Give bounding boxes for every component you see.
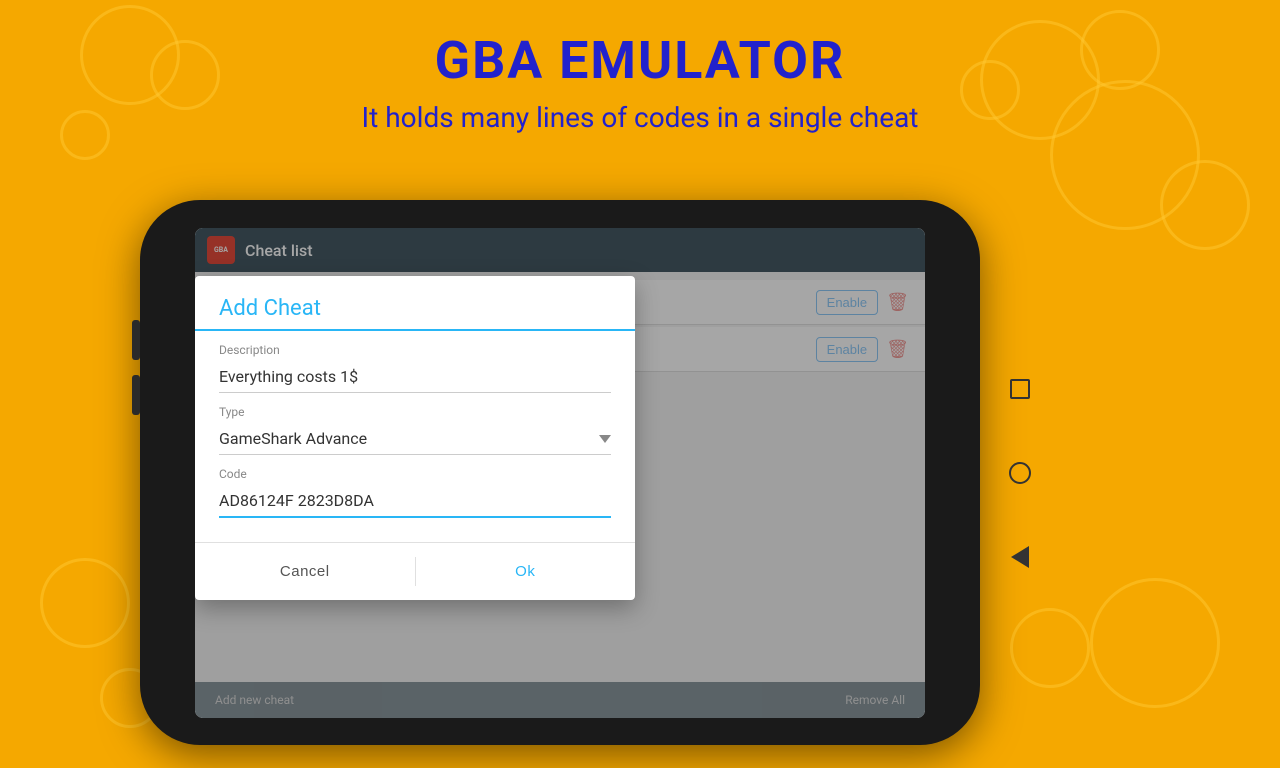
dialog-title: Add Cheat <box>219 296 611 321</box>
nav-back-button[interactable] <box>1002 539 1038 575</box>
dialog-footer: Cancel Ok <box>195 542 635 600</box>
ok-button[interactable]: Ok <box>416 551 636 592</box>
type-select[interactable]: GameShark Advance <box>219 423 611 455</box>
app-screen: GBA Cheat list First you must put 000014… <box>195 228 925 718</box>
dropdown-arrow-icon <box>599 435 611 443</box>
circle-icon <box>1009 462 1031 484</box>
square-icon <box>1010 379 1030 399</box>
type-select-wrapper: GameShark Advance <box>219 423 611 455</box>
volume-down-button <box>132 375 140 415</box>
cancel-button[interactable]: Cancel <box>195 551 415 592</box>
phone-navigation <box>980 200 1060 745</box>
page-title: GBA EMULATOR <box>0 30 1280 91</box>
header: GBA EMULATOR It holds many lines of code… <box>0 0 1280 134</box>
nav-square-button[interactable] <box>1002 371 1038 407</box>
description-label: Description <box>219 343 611 357</box>
phone-body: GBA Cheat list First you must put 000014… <box>140 200 980 745</box>
description-field[interactable]: Everything costs 1$ <box>219 361 611 393</box>
volume-up-button <box>132 320 140 360</box>
type-label: Type <box>219 405 611 419</box>
code-field[interactable]: AD86124F 2823D8DA <box>219 485 611 518</box>
page-subtitle: It holds many lines of codes in a single… <box>0 101 1280 134</box>
dialog-overlay: Add Cheat Description Everything costs 1… <box>195 228 925 718</box>
add-cheat-dialog: Add Cheat Description Everything costs 1… <box>195 276 635 600</box>
type-value: GameShark Advance <box>219 429 367 448</box>
dialog-body: Description Everything costs 1$ Type Gam… <box>195 331 635 542</box>
phone-device: GBA Cheat list First you must put 000014… <box>140 200 980 745</box>
back-arrow-icon <box>1011 546 1029 568</box>
phone-screen: GBA Cheat list First you must put 000014… <box>195 228 925 718</box>
nav-circle-button[interactable] <box>1002 455 1038 491</box>
code-label: Code <box>219 467 611 481</box>
dialog-header: Add Cheat <box>195 276 635 331</box>
